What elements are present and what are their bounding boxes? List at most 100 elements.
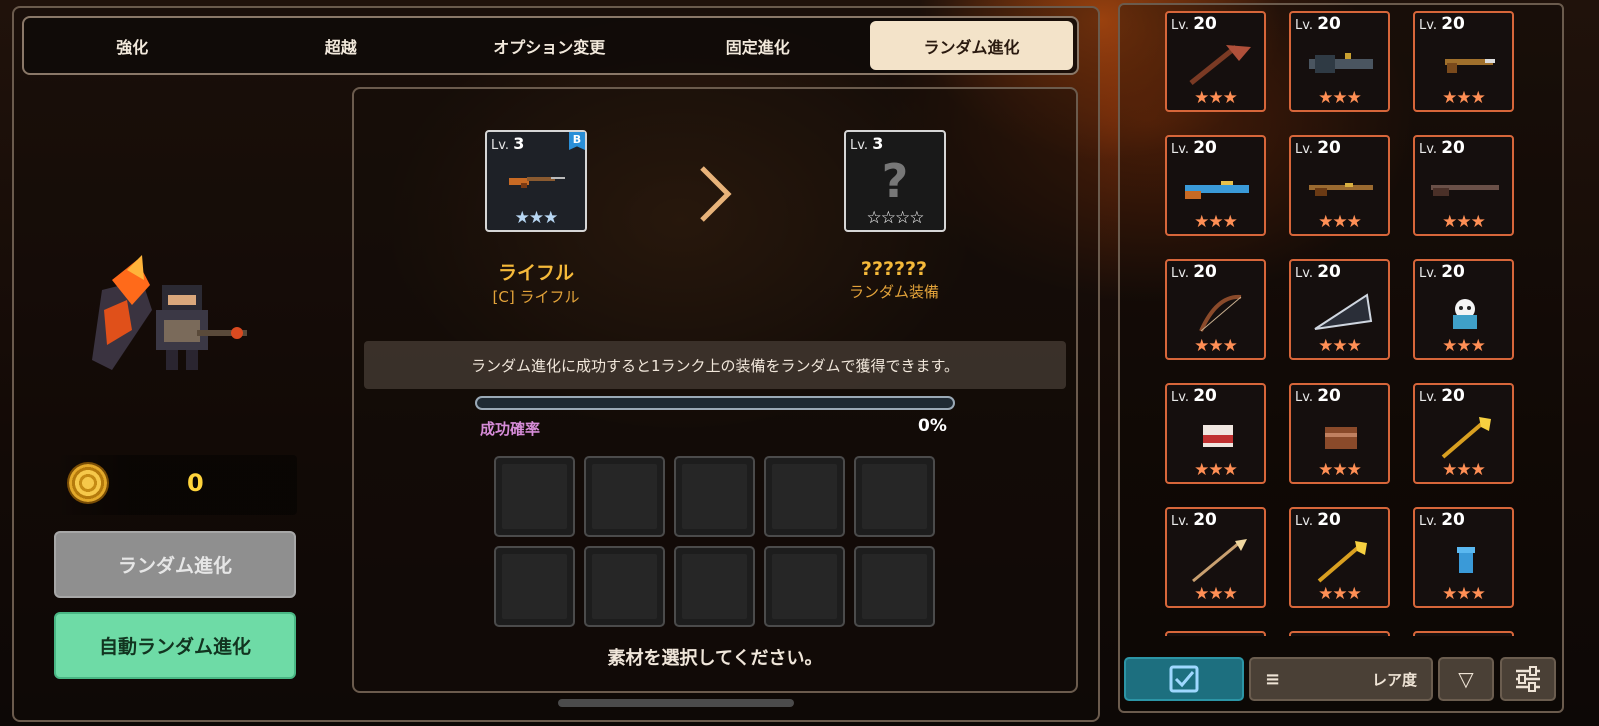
level-value: 3 bbox=[513, 134, 525, 153]
material-slot[interactable] bbox=[494, 456, 575, 537]
source-item-card[interactable]: Lv. 3 B ★★★ bbox=[485, 130, 587, 232]
inventory-item[interactable]: Lv. 20 bbox=[1413, 631, 1514, 636]
level-value: 20 bbox=[1317, 634, 1341, 636]
item-stars: ★★★ bbox=[1194, 460, 1238, 480]
item-level: Lv. 20 bbox=[1171, 262, 1217, 282]
question-mark-icon: ? bbox=[881, 154, 909, 208]
checkbox-icon bbox=[1169, 665, 1199, 693]
inventory-item[interactable]: Lv. 20 bbox=[1289, 631, 1390, 636]
tab-transcend[interactable]: 超越 bbox=[237, 21, 446, 70]
material-slot[interactable] bbox=[494, 546, 575, 627]
level-value: 20 bbox=[1193, 386, 1217, 406]
source-item-name: ライフル bbox=[497, 262, 574, 284]
gold-staff-icon bbox=[1317, 541, 1367, 583]
material-slot[interactable] bbox=[584, 456, 665, 537]
select-toggle-button[interactable] bbox=[1124, 657, 1244, 701]
level-prefix: Lv. bbox=[850, 138, 869, 153]
item-stars: ★★★ bbox=[1442, 88, 1486, 108]
material-slot[interactable] bbox=[584, 546, 665, 627]
tab-option-change[interactable]: オプション変更 bbox=[445, 21, 654, 70]
level-value: 20 bbox=[1193, 138, 1217, 158]
level-value: 20 bbox=[1193, 634, 1217, 636]
success-rate-bar bbox=[475, 396, 955, 410]
sort-label: レア度 bbox=[1371, 670, 1417, 689]
level-value: 20 bbox=[1193, 510, 1217, 530]
inventory-item[interactable]: Lv. 20 bbox=[1165, 631, 1266, 636]
level-prefix: Lv. bbox=[1171, 266, 1190, 281]
inventory-item[interactable]: Lv. 20 ★★★ bbox=[1289, 383, 1390, 484]
inventory-item[interactable]: Lv. 20 ★★★ bbox=[1165, 259, 1266, 360]
tab-fixed-evolution[interactable]: 固定進化 bbox=[654, 21, 863, 70]
horizontal-scrollbar[interactable] bbox=[558, 699, 794, 707]
level-prefix: Lv. bbox=[1419, 18, 1438, 33]
gold-staff-icon bbox=[1441, 417, 1491, 459]
inventory-item[interactable]: Lv. 20 ★★★ bbox=[1165, 507, 1266, 608]
material-slot[interactable] bbox=[854, 546, 935, 627]
level-value: 20 bbox=[1317, 262, 1341, 282]
level-prefix: Lv. bbox=[1295, 514, 1314, 529]
level-prefix: Lv. bbox=[1295, 18, 1314, 33]
level-prefix: Lv. bbox=[1295, 390, 1314, 405]
inventory-item[interactable]: Lv. 20 ★★★ bbox=[1413, 507, 1514, 608]
material-slot[interactable] bbox=[764, 456, 845, 537]
level-prefix: Lv. bbox=[1295, 266, 1314, 281]
level-prefix: Lv. bbox=[491, 138, 510, 153]
info-message: ランダム進化に成功すると1ランク上の装備をランダムで獲得できます。 bbox=[364, 341, 1066, 389]
level-value: 20 bbox=[1317, 14, 1341, 34]
tab-enhance[interactable]: 強化 bbox=[28, 21, 237, 70]
material-slot[interactable] bbox=[854, 456, 935, 537]
level-prefix: Lv. bbox=[1295, 142, 1314, 157]
item-stars: ★★★ bbox=[1442, 336, 1486, 356]
material-slot[interactable] bbox=[674, 456, 755, 537]
level-prefix: Lv. bbox=[1171, 390, 1190, 405]
sort-dropdown[interactable]: ≡ レア度 bbox=[1249, 657, 1433, 701]
inventory-item[interactable]: Lv. 20 ★★★ bbox=[1413, 259, 1514, 360]
auto-random-evolve-button[interactable]: 自動ランダム進化 bbox=[54, 612, 296, 679]
inventory-item[interactable]: Lv. 20 ★★★ bbox=[1413, 383, 1514, 484]
item-stars: ★★★ bbox=[1318, 336, 1362, 356]
random-evolve-button[interactable]: ランダム進化 bbox=[54, 531, 296, 598]
item-stars: ★★★ bbox=[1442, 460, 1486, 480]
inventory-item[interactable]: Lv. 20 ★★★ bbox=[1413, 11, 1514, 112]
inventory-item[interactable]: Lv. 20 ★★★ bbox=[1289, 259, 1390, 360]
select-material-message: 素材を選択してください。 bbox=[607, 648, 823, 669]
item-level: Lv. 20 bbox=[1419, 138, 1465, 158]
material-slot[interactable] bbox=[764, 546, 845, 627]
item-level: Lv. 20 bbox=[1295, 262, 1341, 282]
item-level: Lv. 20 bbox=[1419, 510, 1465, 530]
inventory-item[interactable]: Lv. 20 ★★★ bbox=[1165, 11, 1266, 112]
tab-random-evolution[interactable]: ランダム進化 bbox=[870, 21, 1073, 70]
blue-gem-icon bbox=[1457, 547, 1475, 573]
item-level: Lv. 20 bbox=[1419, 386, 1465, 406]
success-rate-label: 成功確率 bbox=[480, 420, 541, 438]
inventory-item[interactable]: Lv. 20 ★★★ bbox=[1289, 135, 1390, 236]
item-level: Lv. 20 bbox=[1295, 386, 1341, 406]
source-item-name-block: ライフル [C] ライフル bbox=[436, 258, 636, 307]
inventory-item[interactable]: Lv. 20 ★★★ bbox=[1165, 383, 1266, 484]
character-sprite bbox=[92, 255, 247, 370]
grade-badge: B bbox=[569, 132, 585, 150]
item-stars: ★★★ bbox=[1194, 336, 1238, 356]
item-stars: ★★★ bbox=[1318, 212, 1362, 232]
item-level: Lv. 20 bbox=[1171, 386, 1217, 406]
inventory-grid[interactable]: Lv. 20 ★★★ Lv. 20 ★★★ Lv. 20 ★★★ Lv. 20 ★★★ Lv. … bbox=[1165, 11, 1517, 636]
result-item-card: Lv. 3 ? ☆☆☆☆ bbox=[844, 130, 946, 232]
level-value: 20 bbox=[1441, 14, 1465, 34]
filter-icon: ▽ bbox=[1458, 667, 1474, 691]
level-prefix: Lv. bbox=[1419, 390, 1438, 405]
item-level: Lv. 20 bbox=[1419, 262, 1465, 282]
item-stars: ☆☆☆☆ bbox=[866, 208, 925, 228]
settings-button[interactable] bbox=[1500, 657, 1556, 701]
inventory-item[interactable]: Lv. 20 ★★★ bbox=[1289, 11, 1390, 112]
item-stars: ★★★ bbox=[514, 208, 559, 228]
level-value: 3 bbox=[872, 134, 884, 153]
pistol-icon bbox=[1445, 59, 1495, 73]
inventory-item[interactable]: Lv. 20 ★★★ bbox=[1413, 135, 1514, 236]
inventory-item[interactable]: Lv. 20 ★★★ bbox=[1165, 135, 1266, 236]
item-level: Lv. 20 bbox=[1171, 138, 1217, 158]
musket-icon bbox=[1309, 183, 1373, 196]
filter-button[interactable]: ▽ bbox=[1438, 657, 1494, 701]
material-slot[interactable] bbox=[674, 546, 755, 627]
inventory-item[interactable]: Lv. 20 ★★★ bbox=[1289, 507, 1390, 608]
item-level: Lv. 20 bbox=[1295, 634, 1341, 636]
